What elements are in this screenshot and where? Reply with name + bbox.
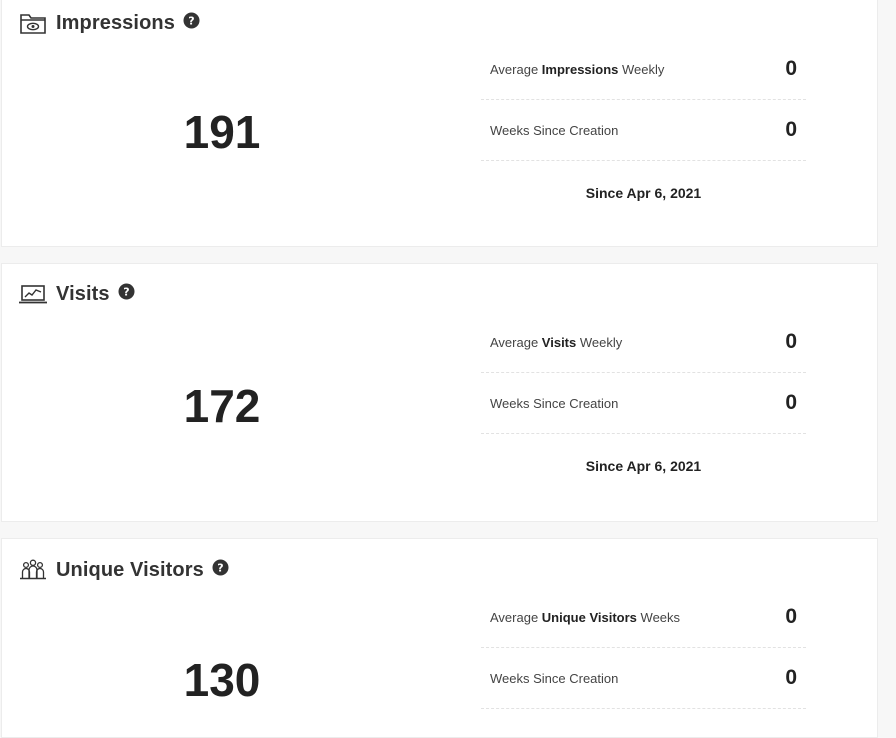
unique-visitors-header: Unique Visitors ? (18, 554, 229, 586)
svg-text:?: ? (123, 285, 129, 298)
stats-panel: Average Unique Visitors Weeks 0 Weeks Si… (481, 587, 806, 709)
weeks-since-creation-value: 0 (785, 118, 797, 141)
average-weekly-label: Average Impressions Weekly (490, 61, 665, 77)
people-group-icon (18, 558, 48, 582)
average-weekly-value: 0 (785, 57, 797, 80)
average-weekly-row: Average Visits Weekly 0 (481, 312, 806, 373)
help-icon[interactable]: ? (118, 283, 135, 300)
card-title: Unique Visitors (56, 558, 204, 581)
weeks-since-creation-row: Weeks Since Creation 0 (481, 373, 806, 434)
since-date: Since Apr 6, 2021 (585, 458, 702, 474)
average-weekly-label: Average Visits Weekly (490, 334, 623, 350)
average-weekly-value: 0 (785, 605, 797, 628)
weeks-since-creation-row: Weeks Since Creation 0 (481, 100, 806, 161)
average-weekly-value: 0 (785, 330, 797, 353)
laptop-chart-icon (18, 282, 48, 306)
weeks-since-creation-value: 0 (785, 391, 797, 414)
stats-panel: Average Visits Weekly 0 Weeks Since Crea… (481, 312, 806, 474)
unique-visitors-card: Unique Visitors ? 130 Average Unique Vis… (1, 538, 878, 738)
svg-text:?: ? (188, 14, 194, 27)
total-count: 172 (183, 380, 261, 432)
average-weekly-label: Average Unique Visitors Weeks (490, 609, 681, 625)
card-title: Impressions (56, 11, 175, 34)
weeks-since-creation-row: Weeks Since Creation 0 (481, 648, 806, 709)
average-weekly-row: Average Unique Visitors Weeks 0 (481, 587, 806, 648)
total-count: 130 (183, 654, 261, 706)
folder-eye-icon (18, 11, 48, 35)
weeks-since-creation-label: Weeks Since Creation (490, 395, 619, 411)
weeks-since-creation-value: 0 (785, 666, 797, 689)
weeks-since-creation-label: Weeks Since Creation (490, 670, 619, 686)
total-count: 191 (183, 106, 261, 158)
svg-text:?: ? (217, 561, 223, 574)
since-date: Since Apr 6, 2021 (585, 185, 702, 201)
help-icon[interactable]: ? (212, 559, 229, 576)
visits-header: Visits ? (18, 278, 135, 310)
card-title: Visits (56, 282, 110, 305)
average-weekly-row: Average Impressions Weekly 0 (481, 39, 806, 100)
help-icon[interactable]: ? (183, 12, 200, 29)
impressions-header: Impressions ? (18, 7, 200, 39)
impressions-card: Impressions ? 191 Average Impressions We… (1, 0, 878, 247)
visits-card: Visits ? 172 Average Visits Weekly 0 Wee… (1, 263, 878, 522)
stats-panel: Average Impressions Weekly 0 Weeks Since… (481, 39, 806, 201)
weeks-since-creation-label: Weeks Since Creation (490, 122, 619, 138)
